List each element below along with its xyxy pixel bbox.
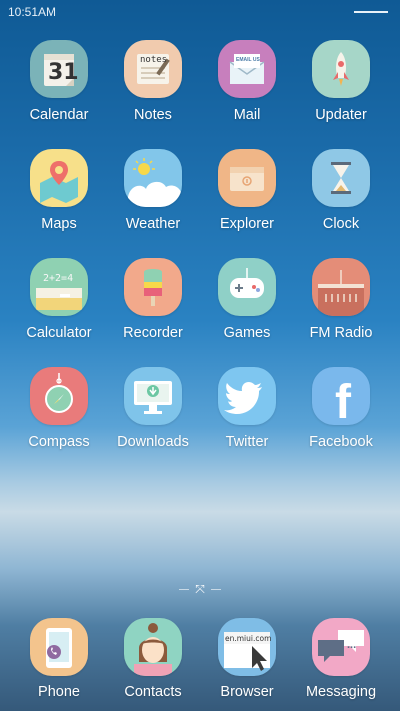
app-label: Weather [125,216,181,232]
hourglass-icon [312,149,370,207]
app-label: Facebook [309,434,373,450]
app-mail[interactable]: EMAIL US Mail [200,38,294,147]
status-time: 10:51AM [8,5,57,19]
app-compass[interactable]: Compass [12,365,106,474]
facebook-letter: f [335,375,351,426]
calendar-icon: 31 [30,40,88,98]
facebook-f-icon: f [312,367,370,425]
calculator-text: 2+2=4 [43,273,74,284]
rocket-icon [312,40,370,98]
app-label: Calendar [29,107,89,123]
contact-person-icon [124,618,182,676]
app-label: Explorer [220,216,274,232]
app-label: Maps [41,216,77,232]
radio-icon [312,258,370,316]
map-pin-icon [30,149,88,207]
browser-url: en.miui.com [225,634,272,643]
phone-icon [30,618,88,676]
page-indicator[interactable]: ⤧ [0,582,400,597]
status-dash [354,11,388,13]
app-explorer[interactable]: Explorer [200,147,294,256]
app-updater[interactable]: Updater [294,38,388,147]
gamepad-icon [218,258,276,316]
home-indicator-icon: ⤧ [195,582,205,596]
app-clock[interactable]: Clock [294,147,388,256]
app-label: Twitter [225,434,269,450]
mail-icon: EMAIL US [218,40,276,98]
notes-icon: notes [124,40,182,98]
chat-bubbles-icon: ... [312,618,370,676]
app-label: Compass [28,434,90,450]
app-label: Notes [134,107,172,123]
app-label: Mail [233,107,261,123]
browser-cursor-icon: en.miui.com [218,618,276,676]
messaging-dots: ... [347,639,357,651]
calendar-date: 31 [48,60,79,85]
app-label: FM Radio [309,325,373,341]
app-downloads[interactable]: Downloads [106,365,200,474]
monitor-download-icon [124,367,182,425]
app-label: Clock [322,216,360,232]
dock: Phone Contacts en.miui.com Browser ... M… [0,616,400,711]
app-weather[interactable]: Weather [106,147,200,256]
indicator-line [210,589,221,590]
twitter-bird-icon [218,367,276,425]
mail-text: EMAIL US [236,57,260,63]
chalkboard-icon: 2+2=4 [30,258,88,316]
app-calendar[interactable]: 31 Calendar [12,38,106,147]
app-messaging[interactable]: ... Messaging [294,616,388,711]
app-twitter[interactable]: Twitter [200,365,294,474]
folder-icon [218,149,276,207]
app-grid: 31 Calendar notes Notes EMAIL US Mail Up… [0,38,400,474]
app-notes[interactable]: notes Notes [106,38,200,147]
app-label: Phone [38,684,80,700]
app-games[interactable]: Games [200,256,294,365]
app-label: Browser [220,684,274,700]
popsicle-icon [124,258,182,316]
app-contacts[interactable]: Contacts [106,616,200,711]
app-maps[interactable]: Maps [12,147,106,256]
app-fm-radio[interactable]: FM Radio [294,256,388,365]
status-bar: 10:51AM [0,0,400,24]
app-label: Calculator [26,325,92,341]
compass-icon [30,367,88,425]
app-recorder[interactable]: Recorder [106,256,200,365]
app-label: Updater [315,107,367,123]
app-browser[interactable]: en.miui.com Browser [200,616,294,711]
notes-text: notes [140,55,168,65]
app-label: Contacts [124,684,182,700]
app-facebook[interactable]: f Facebook [294,365,388,474]
app-label: Downloads [117,434,189,450]
app-calculator[interactable]: 2+2=4 Calculator [12,256,106,365]
sun-cloud-icon [124,149,182,207]
app-label: Messaging [305,684,377,700]
app-label: Recorder [123,325,183,341]
app-phone[interactable]: Phone [12,616,106,711]
indicator-line [179,589,190,590]
app-label: Games [223,325,271,341]
